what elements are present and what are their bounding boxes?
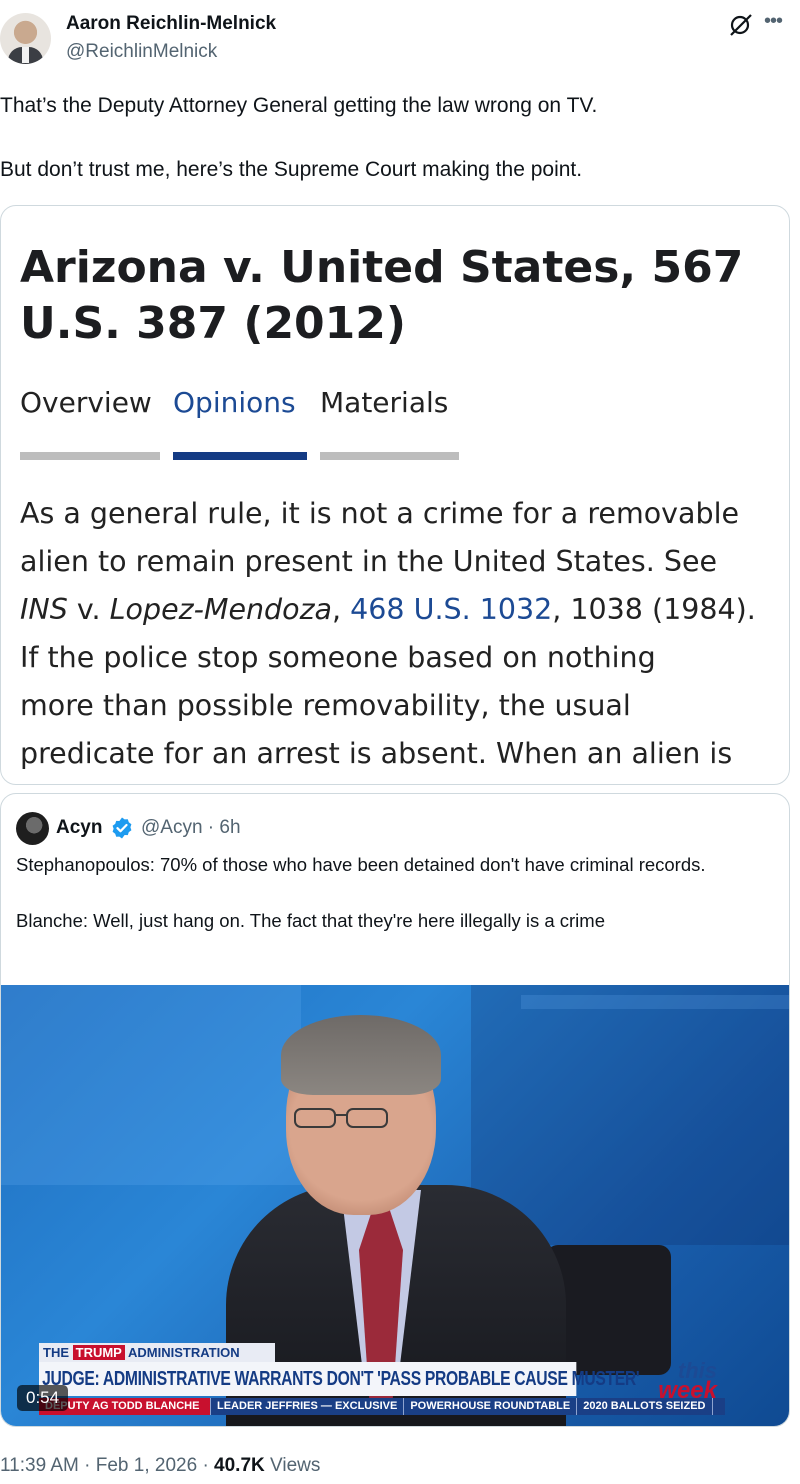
video-person-hair (281, 1015, 441, 1095)
lower-third-ticker: DEPUTY AG TODD BLANCHE LEADER JEFFRIES — … (39, 1398, 725, 1415)
case-line: If the police stop someone based on noth… (20, 641, 656, 674)
quoted-tweet-card[interactable]: Acyn @Acyn · 6h Stephanopoulos: 70% of t… (0, 793, 790, 1427)
author-avatar[interactable] (0, 13, 51, 64)
lower-third-headline: JUDGE: ADMINISTRATIVE WARRANTS DON'T 'PA… (39, 1362, 640, 1396)
more-icon[interactable]: ••• (764, 10, 783, 33)
bg-panel (1, 985, 301, 1185)
tweet-meta: 11:39 AM · Feb 1, 2026 · 40.7K Views (0, 1455, 320, 1477)
case-title: Arizona v. United States, 567 U.S. 387 (… (20, 242, 744, 349)
grok-icon[interactable] (728, 12, 754, 38)
tab-underline-opinions (173, 452, 307, 460)
case-image-card[interactable]: Arizona v. United States, 567 U.S. 387 (… (0, 205, 790, 785)
quoted-paragraph: Stephanopoulos: 70% of those who have be… (16, 854, 706, 875)
case-v: v. (67, 593, 110, 626)
tweet-timestamp[interactable]: 11:39 AM · Feb 1, 2026 · (0, 1455, 214, 1476)
tweet-header: Aaron Reichlin-Melnick @ReichlinMelnick … (0, 0, 800, 80)
case-line: As a general rule, it is not a crime for… (20, 497, 740, 530)
case-body-text: As a general rule, it is not a crime for… (20, 490, 780, 778)
case-line-citation: INS v. Lopez-Mendoza, 468 U.S. 1032, 103… (20, 586, 780, 634)
avatar-collar (22, 47, 29, 63)
quoted-paragraph: Blanche: Well, just hang on. The fact th… (16, 910, 605, 931)
ticker-item: 2020 BALLOTS SEIZED (577, 1398, 713, 1415)
case-line: more than possible removability, the usu… (20, 689, 631, 722)
author-handle[interactable]: @ReichlinMelnick (66, 41, 217, 63)
views-label: Views (264, 1455, 321, 1476)
case-cite-rest: , 1038 (1984). (552, 593, 756, 626)
ticker-item: LEADER JEFFRIES — EXCLUSIVE (211, 1398, 405, 1415)
case-ins: INS (20, 593, 68, 626)
lt-prefix: THE (43, 1345, 69, 1360)
verified-icon (112, 817, 132, 839)
lower-third-topline: THE TRUMP ADMINISTRATION (39, 1343, 275, 1362)
tab-materials: Materials (320, 386, 449, 419)
case-name: Lopez-Mendoza (109, 593, 332, 626)
quoted-avatar[interactable] (16, 812, 49, 845)
video-glasses (294, 1108, 388, 1128)
tweet-paragraph: That’s the Deputy Attorney General getti… (0, 94, 598, 117)
video-player[interactable]: THE TRUMP ADMINISTRATION JUDGE: ADMINIST… (1, 985, 789, 1426)
tab-opinions: Opinions (173, 386, 296, 419)
ticker-item: POWERHOUSE ROUNDTABLE (404, 1398, 578, 1415)
tweet-paragraph: But don’t trust me, here’s the Supreme C… (0, 158, 583, 181)
quoted-author-name[interactable]: Acyn (56, 817, 102, 839)
case-line: alien to remain present in the United St… (20, 545, 718, 578)
case-line: predicate for an arrest is absent. When … (20, 737, 733, 770)
case-comma: , (332, 593, 351, 626)
bg-panel (471, 985, 789, 1245)
video-lower-third: THE TRUMP ADMINISTRATION JUDGE: ADMINIST… (39, 1343, 725, 1419)
video-duration-badge: 0:54 (17, 1385, 69, 1411)
tab-overview: Overview (20, 386, 152, 419)
lt-suffix: ADMINISTRATION (127, 1345, 240, 1360)
this-week-logo: this week (658, 1360, 717, 1403)
views-count: 40.7K (214, 1455, 265, 1476)
author-name[interactable]: Aaron Reichlin-Melnick (66, 13, 276, 35)
tab-underline-materials (320, 452, 459, 460)
tweet-text: That’s the Deputy Attorney General getti… (0, 90, 790, 218)
citation-link: 468 U.S. 1032 (350, 593, 553, 626)
bg-panel (521, 995, 789, 1009)
quoted-handle-time[interactable]: @Acyn · 6h (141, 817, 241, 839)
lt-red-word: TRUMP (72, 1345, 125, 1360)
quoted-text: Stephanopoulos: 70% of those who have be… (16, 851, 776, 963)
tab-underline-overview (20, 452, 160, 460)
